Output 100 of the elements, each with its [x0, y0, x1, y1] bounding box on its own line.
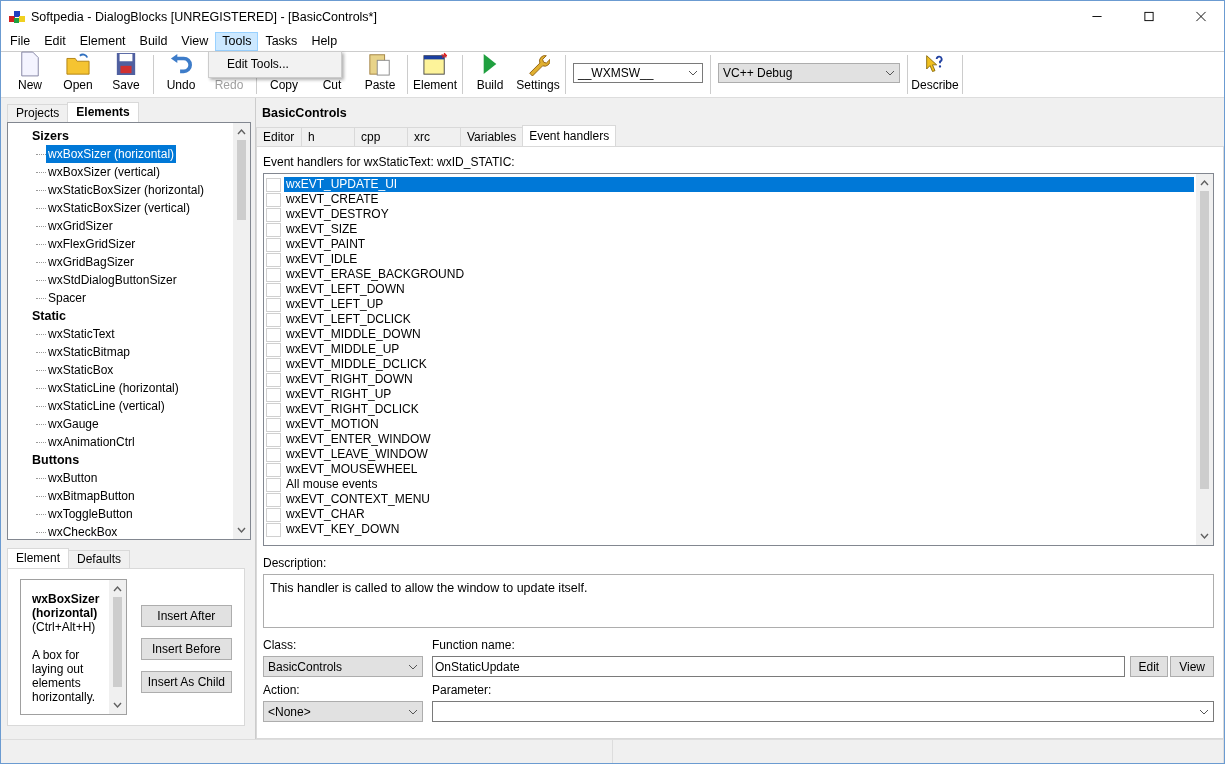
list-item[interactable]: wxEVT_LEAVE_WINDOW — [284, 447, 1194, 462]
menu-item[interactable]: Build — [132, 32, 175, 51]
list-item[interactable]: wxEVT_UPDATE_UI — [284, 177, 1194, 192]
list-item[interactable]: wxEVT_RIGHT_DCLICK — [284, 402, 1194, 417]
tree-item[interactable]: wxStaticBox — [46, 361, 116, 379]
scrollbar[interactable] — [108, 580, 126, 714]
tree-item[interactable]: wxCheckBox — [46, 523, 120, 539]
checkbox[interactable] — [266, 372, 281, 387]
dropdown-field[interactable]: VC++ Debug — [718, 63, 900, 83]
tree-group[interactable]: Sizers — [18, 127, 233, 145]
tree-group[interactable]: Buttons — [18, 451, 233, 469]
toolbar-button[interactable]: Build — [466, 50, 514, 92]
tree-item[interactable]: wxGridBagSizer — [46, 253, 137, 271]
tree-item[interactable]: wxStaticBoxSizer (vertical) — [46, 199, 193, 217]
list-item[interactable]: wxEVT_RIGHT_UP — [284, 387, 1194, 402]
tree-item[interactable]: wxStaticText — [46, 325, 117, 343]
toolbar-button[interactable]: Copy — [260, 78, 308, 92]
scroll-thumb[interactable] — [1200, 191, 1209, 489]
list-item[interactable]: wxEVT_MOUSEWHEEL — [284, 462, 1194, 477]
checkbox[interactable] — [266, 462, 281, 477]
tree-item[interactable]: wxStaticBoxSizer (horizontal) — [46, 181, 207, 199]
checkbox[interactable] — [266, 477, 281, 492]
list-item[interactable]: wxEVT_KEY_DOWN — [284, 522, 1194, 537]
checkbox[interactable] — [266, 312, 281, 327]
tree-item[interactable]: wxButton — [46, 469, 100, 487]
toolbar-button[interactable]: Open — [54, 50, 102, 92]
tree-item[interactable]: wxGridSizer — [46, 217, 115, 235]
tab[interactable]: Editor — [256, 127, 302, 146]
list-item[interactable]: wxEVT_CHAR — [284, 507, 1194, 522]
tree-item[interactable]: wxStaticLine (horizontal) — [46, 379, 181, 397]
toolbar-button[interactable]: Settings — [514, 50, 562, 92]
toolbar-button[interactable]: Describe — [911, 50, 959, 92]
checkbox[interactable] — [266, 267, 281, 282]
checkbox[interactable] — [266, 447, 281, 462]
insert-button[interactable]: Insert As Child — [140, 671, 232, 693]
dropdown-field[interactable]: __WXMSW__ — [573, 63, 703, 83]
list-item[interactable]: wxEVT_RIGHT_DOWN — [284, 372, 1194, 387]
checkbox[interactable] — [266, 237, 281, 252]
scrollbar[interactable] — [233, 123, 250, 539]
toolbar-button[interactable]: New — [6, 50, 54, 92]
list-item[interactable]: wxEVT_IDLE — [284, 252, 1194, 267]
checkbox[interactable] — [266, 492, 281, 507]
menu-item[interactable]: Tools — [215, 32, 259, 51]
checkbox[interactable] — [266, 342, 281, 357]
tab[interactable]: Defaults — [68, 550, 131, 568]
action-button[interactable]: Edit — [1129, 656, 1169, 677]
list-item[interactable]: wxEVT_LEFT_DOWN — [284, 282, 1194, 297]
list-item[interactable]: wxEVT_CREATE — [284, 192, 1194, 207]
list-item[interactable]: wxEVT_MIDDLE_DOWN — [284, 327, 1194, 342]
list-item[interactable]: wxEVT_LEFT_UP — [284, 297, 1194, 312]
tab[interactable]: cpp — [354, 127, 408, 146]
checkbox[interactable] — [266, 387, 281, 402]
insert-button[interactable]: Insert Before — [140, 638, 232, 660]
tab[interactable]: Element — [7, 548, 70, 568]
list-item[interactable]: wxEVT_MOTION — [284, 417, 1194, 432]
menu-item[interactable]: Help — [304, 32, 345, 51]
tab[interactable]: Projects — [7, 104, 69, 122]
scroll-thumb[interactable] — [237, 140, 246, 220]
tree-item[interactable]: Spacer — [46, 289, 89, 307]
checkbox[interactable] — [266, 402, 281, 417]
tree-item[interactable]: wxStaticLine (vertical) — [46, 397, 167, 415]
list-item[interactable]: wxEVT_MIDDLE_UP — [284, 342, 1194, 357]
list-item[interactable]: wxEVT_MIDDLE_DCLICK — [284, 357, 1194, 372]
tree-item[interactable]: wxStaticBitmap — [46, 343, 133, 361]
list-item[interactable]: wxEVT_ERASE_BACKGROUND — [284, 267, 1194, 282]
checkbox[interactable] — [266, 507, 281, 522]
input-field[interactable]: OnStaticUpdate — [432, 656, 1125, 677]
checkbox[interactable] — [266, 357, 281, 372]
checkbox[interactable] — [266, 432, 281, 447]
menu-item[interactable]: Tasks — [258, 32, 305, 51]
checkbox[interactable] — [266, 252, 281, 267]
list-item[interactable]: wxEVT_CONTEXT_MENU — [284, 492, 1194, 507]
list-item[interactable]: wxEVT_PAINT — [284, 237, 1194, 252]
insert-button[interactable]: Insert After — [140, 605, 232, 627]
tree-group[interactable]: Static — [18, 307, 233, 325]
checkbox[interactable] — [266, 522, 281, 537]
list-item[interactable]: wxEVT_LEFT_DCLICK — [284, 312, 1194, 327]
scrollbar[interactable] — [1196, 174, 1213, 545]
dropdown-field[interactable]: BasicControls — [263, 656, 423, 677]
menu-item[interactable]: View — [174, 32, 216, 51]
tree-item[interactable]: wxAnimationCtrl — [46, 433, 137, 451]
checkbox[interactable] — [266, 192, 281, 207]
tab[interactable]: Elements — [67, 102, 139, 122]
menu-item[interactable]: Element — [72, 32, 133, 51]
list-item[interactable]: wxEVT_DESTROY — [284, 207, 1194, 222]
list-item[interactable]: wxEVT_ENTER_WINDOW — [284, 432, 1194, 447]
checkbox[interactable] — [266, 297, 281, 312]
checkbox[interactable] — [266, 207, 281, 222]
menu-entry[interactable]: Edit Tools... — [211, 54, 339, 75]
checkbox[interactable] — [266, 417, 281, 432]
toolbar-button[interactable]: Element — [411, 50, 459, 92]
toolbar-button[interactable]: Cut — [308, 78, 356, 92]
tree-item[interactable]: wxStdDialogButtonSizer — [46, 271, 179, 289]
menu-item[interactable]: File — [3, 32, 38, 51]
list-item[interactable]: wxEVT_SIZE — [284, 222, 1194, 237]
checkbox[interactable] — [266, 282, 281, 297]
tree-item[interactable]: wxBitmapButton — [46, 487, 137, 505]
toolbar-button[interactable]: Paste — [356, 50, 404, 92]
tree-item[interactable]: wxGauge — [46, 415, 101, 433]
tree-item[interactable]: wxToggleButton — [46, 505, 135, 523]
